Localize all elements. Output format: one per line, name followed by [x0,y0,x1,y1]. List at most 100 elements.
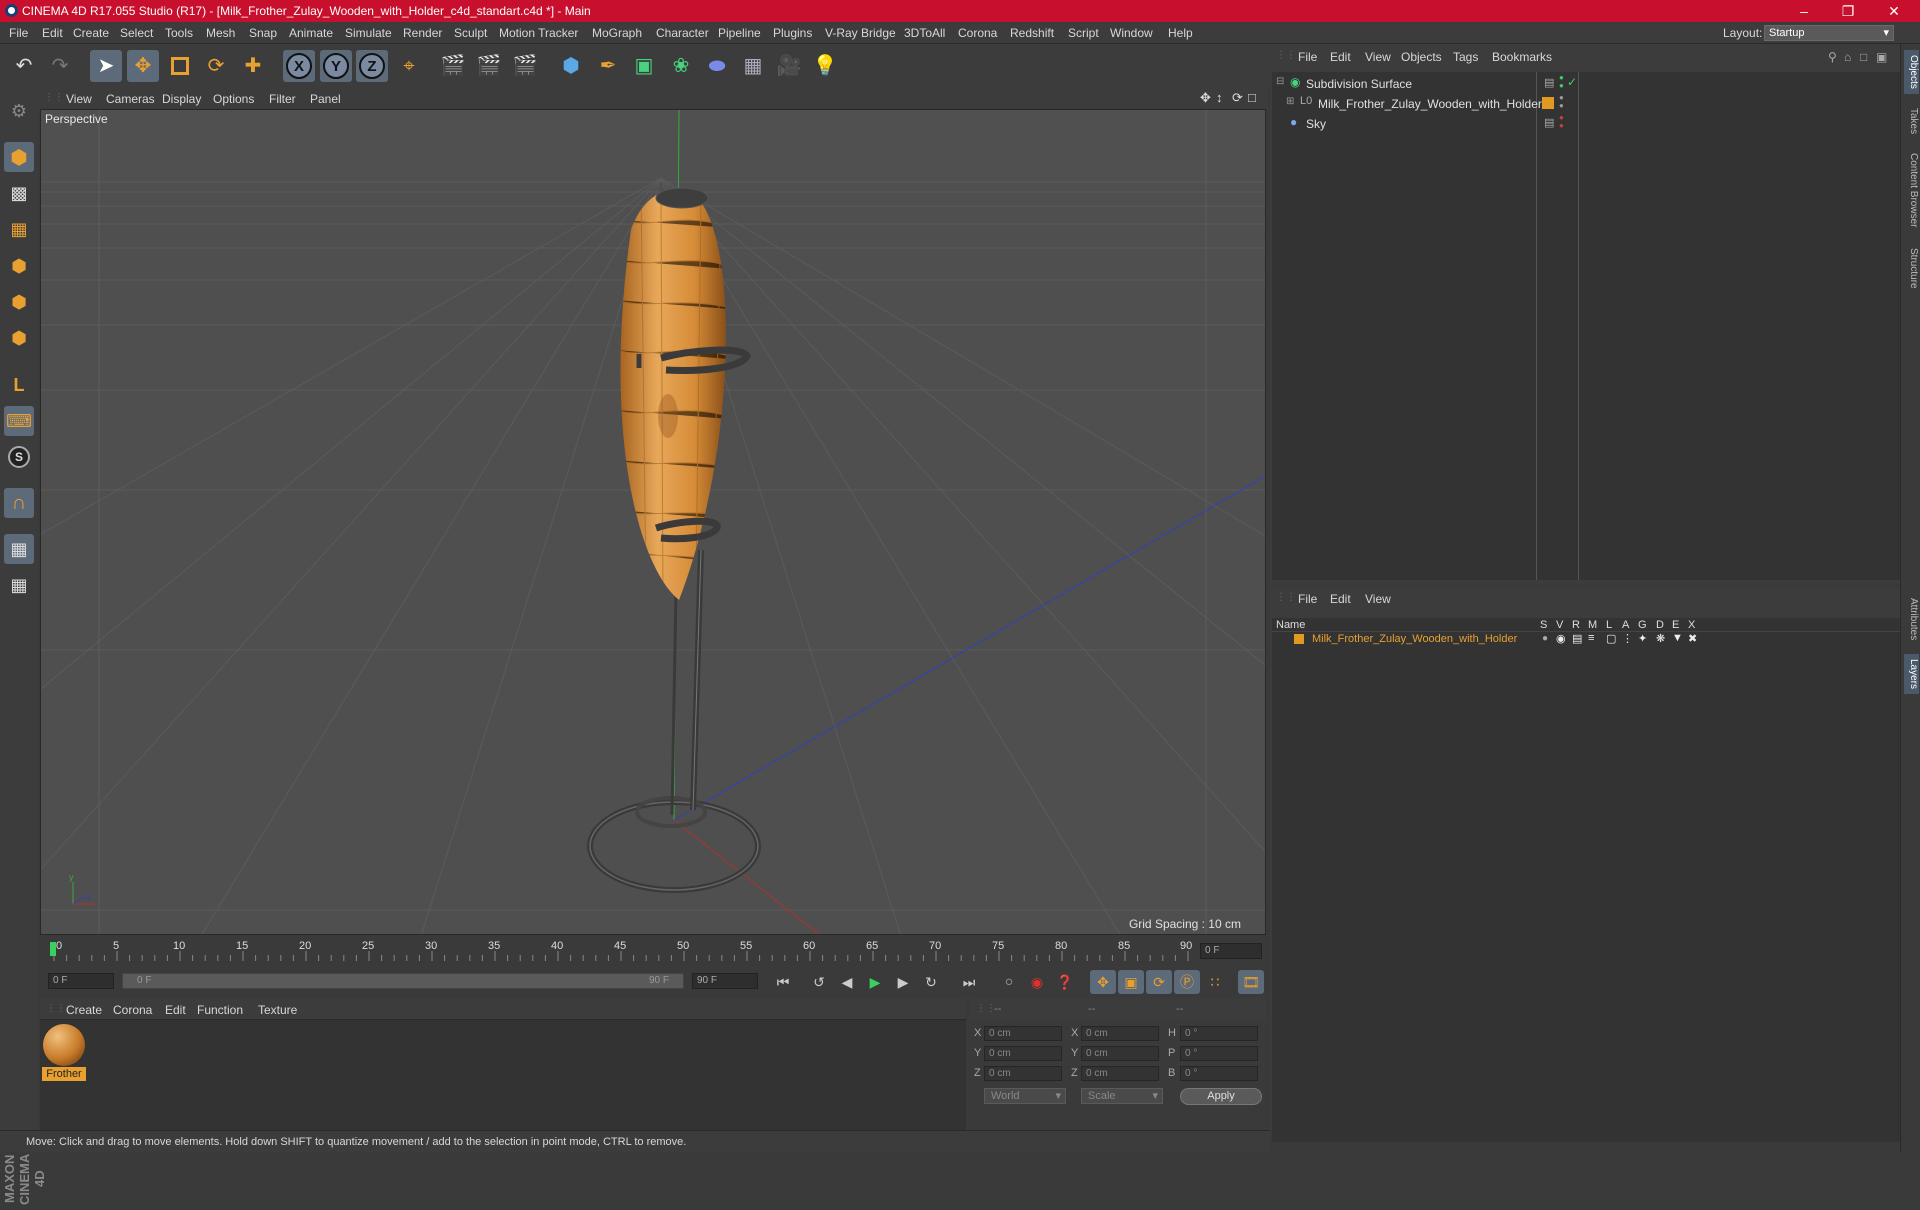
material-menu-edit[interactable]: Edit [165,1003,186,1017]
go-to-end-button[interactable]: ⏭ [956,970,982,994]
material-menu-function[interactable]: Function [197,1003,243,1017]
deformer-button[interactable]: ⬬ [701,50,733,82]
polygons-mode-button[interactable]: ⬢ [4,323,34,353]
redo-button[interactable]: ↷ [44,50,76,82]
search-icon[interactable]: ⚲ [1828,50,1837,64]
enabled-check-icon[interactable]: ✓ [1567,75,1577,89]
viewport-menu-view[interactable]: View [66,92,92,106]
menu-window[interactable]: Window [1110,26,1153,40]
menu-snap[interactable]: Snap [249,26,277,40]
points-mode-button[interactable]: ⬢ [4,251,34,281]
coordinate-mode-select[interactable]: Scale ▾ [1081,1088,1163,1104]
undo-button[interactable]: ↶ [8,50,40,82]
view-eye-icon[interactable]: ◉ [1556,632,1566,645]
autokey-button[interactable]: ◉ [1024,970,1050,994]
pos-y-field[interactable]: 0 cm [984,1046,1062,1061]
keyframe-selection-button[interactable]: ❓ [1052,970,1078,994]
material-swatch[interactable]: Frother [42,1024,86,1081]
close-icon[interactable]: ✕ [1874,1,1914,21]
layout-select[interactable]: Startup ▾ [1764,25,1894,41]
material-menu-texture[interactable]: Texture [258,1003,297,1017]
snap-button[interactable]: S [4,442,34,472]
visibility-dots-icon[interactable]: ● ● [1559,74,1564,90]
y-axis-lock-button[interactable]: Y [320,50,352,82]
move-tool-button[interactable]: ✥ [127,50,159,82]
material-menu-create[interactable]: Create [66,1003,102,1017]
pos-x-field[interactable]: 0 cm [984,1026,1062,1041]
menu-character[interactable]: Character [656,26,709,40]
size-y-field[interactable]: 0 cm [1081,1046,1159,1061]
animation-icon[interactable]: ⋮ [1622,632,1633,645]
light-button[interactable]: 💡 [809,50,841,82]
transform-tool-button[interactable]: ✚ [237,50,269,82]
menu-vray-bridge[interactable]: V-Ray Bridge [825,26,896,40]
menu-file[interactable]: File [9,26,28,40]
tab-attributes[interactable]: Attributes [1904,589,1919,649]
viewport-rotate-icon[interactable]: ⟳ [1232,90,1243,106]
object-row-frother[interactable]: ⊞ L0 Milk_Frother_Zulay_Wooden_with_Hold… [1272,94,1900,113]
restore-icon[interactable]: ❐ [1828,1,1868,21]
menu-help[interactable]: Help [1168,26,1193,40]
objects-menu-view[interactable]: View [1365,50,1391,64]
planar-workplane-button[interactable]: ▦ [4,570,34,600]
layers-menu-file[interactable]: File [1298,592,1317,606]
render-picture-viewer-button[interactable]: 🎬 [473,50,505,82]
deformer-icon[interactable]: ❋ [1656,632,1665,645]
collapse-icon[interactable]: ⊟ [1276,76,1284,87]
rot-h-field[interactable]: 0 ° [1180,1026,1258,1041]
viewport-menu-options[interactable]: Options [213,92,254,106]
viewport-menu-panel[interactable]: Panel [310,92,341,106]
size-x-field[interactable]: 0 cm [1081,1026,1159,1041]
next-frame-button[interactable]: ▶ [890,970,916,994]
visibility-dots-icon[interactable]: ● ● [1559,94,1564,110]
render-settings-button[interactable]: 🎬 [509,50,541,82]
menu-mograph[interactable]: MoGraph [592,26,642,40]
locked-workplane-button[interactable]: ▦ [4,534,34,564]
pen-spline-button[interactable]: ✒ [592,50,624,82]
layer-color-swatch[interactable] [1294,634,1304,644]
record-keys-button[interactable]: ⚪ [996,970,1022,994]
x-axis-lock-button[interactable]: X [283,50,315,82]
key-rotation-button[interactable]: ⟳ [1146,970,1172,994]
manager-icon[interactable]: ≡ [1588,632,1594,644]
next-key-button[interactable]: ↻ [918,970,944,994]
solo-icon[interactable]: ● [1542,633,1548,644]
layers-menu-edit[interactable]: Edit [1330,592,1351,606]
material-menu-corona[interactable]: Corona [113,1003,152,1017]
menu-animate[interactable]: Animate [289,26,333,40]
camera-button[interactable]: 🎥 [773,50,805,82]
make-editable-button[interactable]: ⚙ [4,96,34,126]
menu-edit[interactable]: Edit [42,26,63,40]
viewport-maximize-icon[interactable]: □ [1248,90,1256,105]
menu-sculpt[interactable]: Sculpt [454,26,487,40]
model-mode-button[interactable]: ⬢ [4,142,34,172]
workplane-mode-button[interactable]: ▦ [4,214,34,244]
menu-corona[interactable]: Corona [958,26,997,40]
timeline-window-button[interactable]: 🎞 [1238,970,1264,994]
objects-menu-file[interactable]: File [1298,50,1317,64]
expand-icon[interactable]: ⊞ [1286,96,1294,107]
layers-menu-view[interactable]: View [1365,592,1391,606]
rot-b-field[interactable]: 0 ° [1180,1066,1258,1081]
objects-menu-objects[interactable]: Objects [1401,50,1442,64]
pos-z-field[interactable]: 0 cm [984,1066,1062,1081]
menu-redshift[interactable]: Redshift [1010,26,1054,40]
render-view-button[interactable]: 🎬 [437,50,469,82]
viewport-menu-cameras[interactable]: Cameras [106,92,155,106]
perspective-viewport[interactable]: y z Perspective Grid Spacing : 10 cm [40,109,1266,935]
floor-button[interactable]: ▦ [737,50,769,82]
viewport-camera-label[interactable]: Perspective [45,112,108,126]
z-axis-lock-button[interactable]: Z [356,50,388,82]
object-row-sky[interactable]: ● Sky ▤ ● ● [1272,114,1900,133]
edges-mode-button[interactable]: ⬢ [4,287,34,317]
scale-tool-button[interactable] [164,50,196,82]
layer-row[interactable]: Milk_Frother_Zulay_Wooden_with_Holder ● … [1272,632,1900,648]
current-frame-field[interactable]: 0 F [1200,943,1262,959]
key-position-button[interactable]: ✥ [1090,970,1116,994]
tweak-mode-button[interactable]: ⌨ [4,406,34,436]
magnet-button[interactable]: ∩ [4,488,34,518]
previous-frame-button[interactable]: ◀ [834,970,860,994]
lock-panel-icon[interactable]: ▣ [1876,50,1887,64]
menu-3dtoall[interactable]: 3DToAll [904,26,945,40]
objects-menu-bookmarks[interactable]: Bookmarks [1492,50,1552,64]
